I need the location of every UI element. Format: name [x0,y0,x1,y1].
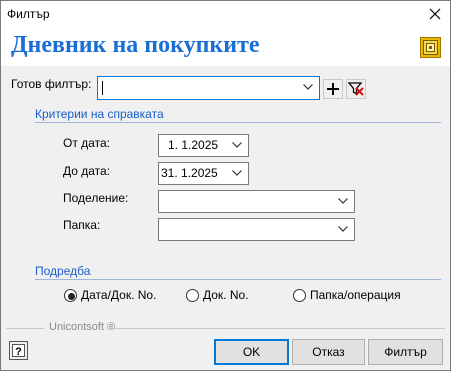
close-button[interactable] [420,1,450,28]
radio-label: Дата/Док. No. [81,288,157,302]
footer-divider-left [6,328,44,329]
chevron-down-icon [338,226,348,232]
radio-label: Папка/операция [310,288,401,302]
folder-combo[interactable] [158,218,355,241]
ready-filter-combo[interactable] [97,76,320,100]
ok-button[interactable]: OK [214,339,289,365]
footer-divider-right [107,328,445,329]
app-logo-icon [420,37,441,58]
division-combo[interactable] [158,190,355,213]
add-filter-button[interactable] [323,79,343,99]
radio-circle [186,289,199,302]
close-icon [429,8,441,20]
cancel-button[interactable]: Отказ [292,339,365,365]
radio-label: Док. No. [203,288,249,302]
chevron-down-icon [232,170,242,176]
criteria-group-title: Критерии на справката [35,107,164,121]
from-date-label: От дата: [63,136,110,150]
report-heading: Дневник на покупките [11,32,260,58]
radio-selected-dot [68,293,75,300]
radio-circle [293,289,306,302]
to-date-value: 31. 1.2025 [161,166,218,180]
clear-filter-button[interactable] [346,79,366,99]
help-button[interactable]: ? [9,341,28,360]
folder-label: Папка: [63,218,101,232]
text-caret [102,81,103,95]
criteria-divider [35,122,441,123]
window-title: Филтър [7,7,50,21]
svg-text:?: ? [15,346,22,358]
filter-dialog: Филтър Дневник на покупките Готов филтър… [0,0,451,371]
brand-label: Unicontsoft ® [49,321,116,333]
to-date-picker[interactable]: 31. 1.2025 [158,162,249,185]
to-date-label: До дата: [63,164,111,178]
sort-group-title: Подредба [35,264,91,278]
sort-divider [35,279,441,280]
title-bar: Филтър [1,1,450,28]
from-date-value: 1. 1.2025 [168,138,219,152]
chevron-down-icon [303,84,313,90]
plus-icon [327,83,339,95]
filter-button[interactable]: Филтър [368,339,443,365]
ready-filter-label: Готов филтър: [11,77,92,91]
radio-circle [64,289,77,302]
from-date-picker[interactable]: 1. 1.2025 [158,134,249,157]
division-label: Поделение: [63,191,129,205]
chevron-down-icon [232,142,242,148]
header-banner: Дневник на покупките [1,28,450,66]
clear-filter-icon [347,82,364,96]
help-icon: ? [12,344,25,358]
chevron-down-icon [338,198,348,204]
